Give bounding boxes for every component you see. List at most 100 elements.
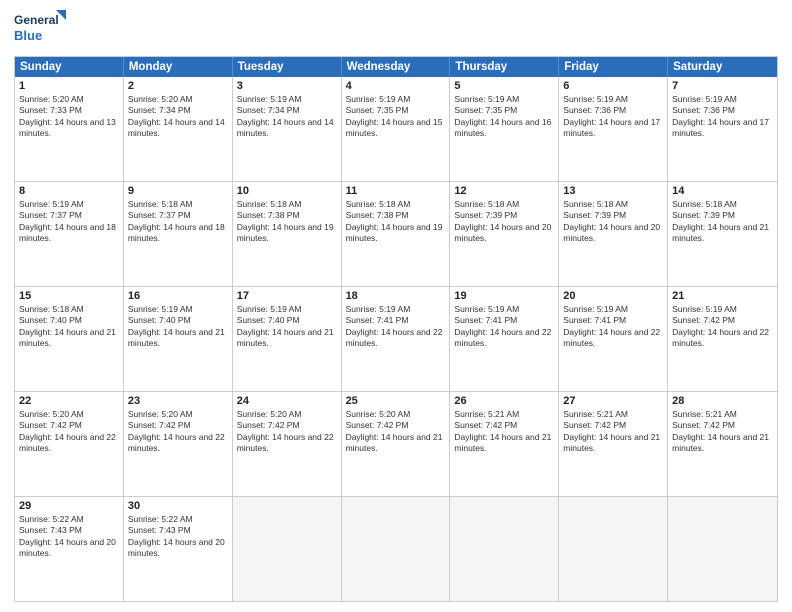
cell-info: Sunrise: 5:19 AM Sunset: 7:40 PM Dayligh… xyxy=(128,304,228,350)
calendar-header-row: SundayMondayTuesdayWednesdayThursdayFrid… xyxy=(15,57,777,77)
cell-info: Sunrise: 5:20 AM Sunset: 7:33 PM Dayligh… xyxy=(19,94,119,140)
cell-info: Sunrise: 5:19 AM Sunset: 7:35 PM Dayligh… xyxy=(454,94,554,140)
cell-info: Sunrise: 5:20 AM Sunset: 7:42 PM Dayligh… xyxy=(237,409,337,455)
cell-info: Sunrise: 5:21 AM Sunset: 7:42 PM Dayligh… xyxy=(563,409,663,455)
day-number: 18 xyxy=(346,290,446,302)
cell-info: Sunrise: 5:21 AM Sunset: 7:42 PM Dayligh… xyxy=(454,409,554,455)
day-number: 12 xyxy=(454,185,554,197)
cell-info: Sunrise: 5:19 AM Sunset: 7:41 PM Dayligh… xyxy=(346,304,446,350)
cell-info: Sunrise: 5:19 AM Sunset: 7:42 PM Dayligh… xyxy=(672,304,773,350)
cell-info: Sunrise: 5:19 AM Sunset: 7:36 PM Dayligh… xyxy=(563,94,663,140)
cell-info: Sunrise: 5:19 AM Sunset: 7:37 PM Dayligh… xyxy=(19,199,119,245)
day-cell-2: 2 Sunrise: 5:20 AM Sunset: 7:34 PM Daylig… xyxy=(124,77,233,181)
day-cell-11: 11 Sunrise: 5:18 AM Sunset: 7:38 PM Dayli… xyxy=(342,182,451,286)
day-number: 28 xyxy=(672,395,773,407)
cell-info: Sunrise: 5:19 AM Sunset: 7:34 PM Dayligh… xyxy=(237,94,337,140)
day-number: 13 xyxy=(563,185,663,197)
cell-info: Sunrise: 5:19 AM Sunset: 7:35 PM Dayligh… xyxy=(346,94,446,140)
svg-text:Blue: Blue xyxy=(14,28,42,43)
day-number: 11 xyxy=(346,185,446,197)
header-day-saturday: Saturday xyxy=(668,57,777,77)
day-cell-29: 29 Sunrise: 5:22 AM Sunset: 7:43 PM Dayli… xyxy=(15,497,124,601)
header-day-sunday: Sunday xyxy=(15,57,124,77)
day-number: 24 xyxy=(237,395,337,407)
day-cell-1: 1 Sunrise: 5:20 AM Sunset: 7:33 PM Daylig… xyxy=(15,77,124,181)
cell-info: Sunrise: 5:20 AM Sunset: 7:42 PM Dayligh… xyxy=(19,409,119,455)
cell-info: Sunrise: 5:18 AM Sunset: 7:39 PM Dayligh… xyxy=(563,199,663,245)
calendar-body: 1 Sunrise: 5:20 AM Sunset: 7:33 PM Daylig… xyxy=(15,77,777,601)
day-number: 4 xyxy=(346,80,446,92)
day-cell-21: 21 Sunrise: 5:19 AM Sunset: 7:42 PM Dayli… xyxy=(668,287,777,391)
day-number: 30 xyxy=(128,500,228,512)
calendar-week-4: 22 Sunrise: 5:20 AM Sunset: 7:42 PM Dayli… xyxy=(15,392,777,497)
calendar-week-5: 29 Sunrise: 5:22 AM Sunset: 7:43 PM Dayli… xyxy=(15,497,777,601)
day-number: 2 xyxy=(128,80,228,92)
day-number: 15 xyxy=(19,290,119,302)
cell-info: Sunrise: 5:19 AM Sunset: 7:36 PM Dayligh… xyxy=(672,94,773,140)
day-number: 9 xyxy=(128,185,228,197)
calendar-week-3: 15 Sunrise: 5:18 AM Sunset: 7:40 PM Dayli… xyxy=(15,287,777,392)
day-cell-25: 25Sunrise: 5:20 AM Sunset: 7:42 PM Dayli… xyxy=(342,392,451,496)
calendar: SundayMondayTuesdayWednesdayThursdayFrid… xyxy=(14,56,778,602)
day-cell-28: 28 Sunrise: 5:21 AM Sunset: 7:42 PM Dayli… xyxy=(668,392,777,496)
day-cell-16: 16 Sunrise: 5:19 AM Sunset: 7:40 PM Dayli… xyxy=(124,287,233,391)
empty-cell xyxy=(559,497,668,601)
logo-svg: General Blue xyxy=(14,10,69,48)
day-number: 17 xyxy=(237,290,337,302)
calendar-week-1: 1 Sunrise: 5:20 AM Sunset: 7:33 PM Daylig… xyxy=(15,77,777,182)
svg-text:General: General xyxy=(14,13,59,27)
day-number: 21 xyxy=(672,290,773,302)
cell-info: Sunrise: 5:21 AM Sunset: 7:42 PM Dayligh… xyxy=(672,409,773,455)
day-number: 20 xyxy=(563,290,663,302)
day-cell-9: 9Sunrise: 5:18 AM Sunset: 7:37 PM Daylig… xyxy=(124,182,233,286)
cell-info: Sunrise: 5:18 AM Sunset: 7:38 PM Dayligh… xyxy=(237,199,337,245)
day-number: 5 xyxy=(454,80,554,92)
day-cell-20: 20 Sunrise: 5:19 AM Sunset: 7:41 PM Dayli… xyxy=(559,287,668,391)
day-cell-27: 27 Sunrise: 5:21 AM Sunset: 7:42 PM Dayli… xyxy=(559,392,668,496)
header-day-thursday: Thursday xyxy=(450,57,559,77)
day-cell-5: 5 Sunrise: 5:19 AM Sunset: 7:35 PM Daylig… xyxy=(450,77,559,181)
day-cell-26: 26 Sunrise: 5:21 AM Sunset: 7:42 PM Dayli… xyxy=(450,392,559,496)
header-day-friday: Friday xyxy=(559,57,668,77)
day-number: 14 xyxy=(672,185,773,197)
header-day-tuesday: Tuesday xyxy=(233,57,342,77)
day-number: 10 xyxy=(237,185,337,197)
empty-cell xyxy=(342,497,451,601)
cell-info: Sunrise: 5:20 AM Sunset: 7:34 PM Dayligh… xyxy=(128,94,228,140)
day-cell-12: 12Sunrise: 5:18 AM Sunset: 7:39 PM Dayli… xyxy=(450,182,559,286)
cell-info: Sunrise: 5:22 AM Sunset: 7:43 PM Dayligh… xyxy=(19,514,119,560)
day-number: 16 xyxy=(128,290,228,302)
day-cell-23: 23Sunrise: 5:20 AM Sunset: 7:42 PM Dayli… xyxy=(124,392,233,496)
day-number: 6 xyxy=(563,80,663,92)
empty-cell xyxy=(450,497,559,601)
day-cell-18: 18 Sunrise: 5:19 AM Sunset: 7:41 PM Dayli… xyxy=(342,287,451,391)
day-cell-14: 14 Sunrise: 5:18 AM Sunset: 7:39 PM Dayli… xyxy=(668,182,777,286)
day-cell-4: 4 Sunrise: 5:19 AM Sunset: 7:35 PM Daylig… xyxy=(342,77,451,181)
day-number: 1 xyxy=(19,80,119,92)
day-cell-7: 7Sunrise: 5:19 AM Sunset: 7:36 PM Daylig… xyxy=(668,77,777,181)
calendar-week-2: 8 Sunrise: 5:19 AM Sunset: 7:37 PM Daylig… xyxy=(15,182,777,287)
header-day-monday: Monday xyxy=(124,57,233,77)
cell-info: Sunrise: 5:22 AM Sunset: 7:43 PM Dayligh… xyxy=(128,514,228,560)
cell-info: Sunrise: 5:20 AM Sunset: 7:42 PM Dayligh… xyxy=(128,409,228,455)
day-number: 27 xyxy=(563,395,663,407)
cell-info: Sunrise: 5:18 AM Sunset: 7:38 PM Dayligh… xyxy=(346,199,446,245)
cell-info: Sunrise: 5:18 AM Sunset: 7:40 PM Dayligh… xyxy=(19,304,119,350)
day-cell-24: 24 Sunrise: 5:20 AM Sunset: 7:42 PM Dayli… xyxy=(233,392,342,496)
day-cell-15: 15 Sunrise: 5:18 AM Sunset: 7:40 PM Dayli… xyxy=(15,287,124,391)
day-cell-3: 3Sunrise: 5:19 AM Sunset: 7:34 PM Daylig… xyxy=(233,77,342,181)
day-cell-10: 10 Sunrise: 5:18 AM Sunset: 7:38 PM Dayli… xyxy=(233,182,342,286)
day-number: 25 xyxy=(346,395,446,407)
day-cell-13: 13 Sunrise: 5:18 AM Sunset: 7:39 PM Dayli… xyxy=(559,182,668,286)
empty-cell xyxy=(233,497,342,601)
day-number: 29 xyxy=(19,500,119,512)
cell-info: Sunrise: 5:19 AM Sunset: 7:41 PM Dayligh… xyxy=(563,304,663,350)
day-number: 26 xyxy=(454,395,554,407)
cell-info: Sunrise: 5:19 AM Sunset: 7:41 PM Dayligh… xyxy=(454,304,554,350)
header: General Blue xyxy=(14,10,778,48)
day-number: 22 xyxy=(19,395,119,407)
day-cell-8: 8 Sunrise: 5:19 AM Sunset: 7:37 PM Daylig… xyxy=(15,182,124,286)
header-day-wednesday: Wednesday xyxy=(342,57,451,77)
day-number: 8 xyxy=(19,185,119,197)
cell-info: Sunrise: 5:18 AM Sunset: 7:39 PM Dayligh… xyxy=(672,199,773,245)
